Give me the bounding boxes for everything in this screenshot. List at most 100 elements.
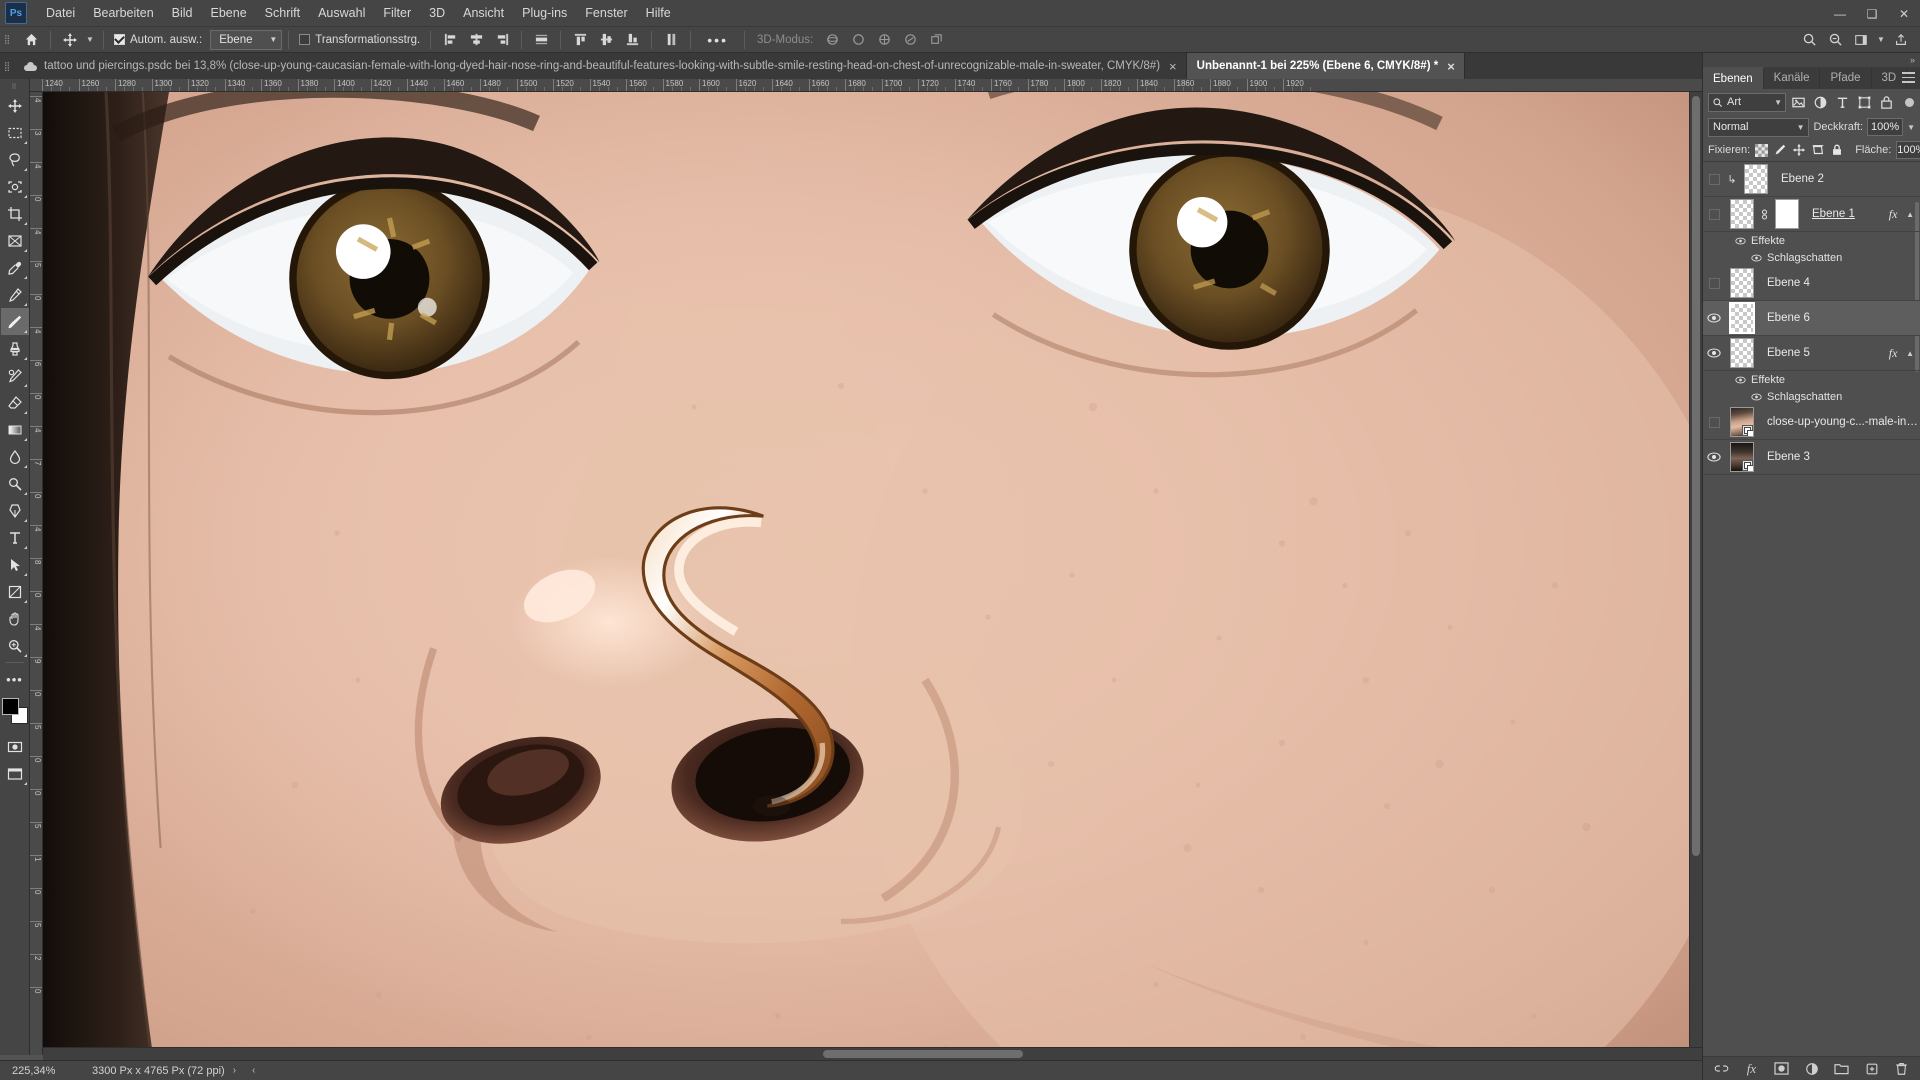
layer-visibility-toggle[interactable] — [1703, 440, 1725, 475]
layer-name[interactable]: Ebene 4 — [1759, 277, 1920, 289]
layer-row[interactable]: Ebene 6 — [1703, 301, 1920, 336]
layer-row[interactable]: Ebene 5 fx ▲ — [1703, 336, 1920, 371]
horizontal-scroll-thumb[interactable] — [823, 1050, 1023, 1058]
layer-visibility-toggle[interactable] — [1703, 336, 1725, 371]
menu-ansicht[interactable]: Ansicht — [454, 1, 513, 25]
smartobject-filter-icon[interactable] — [1877, 93, 1896, 112]
dodge-tool[interactable] — [1, 470, 29, 497]
link-layers-icon[interactable] — [1714, 1061, 1730, 1077]
layer-fx-chevron-icon[interactable]: ▲ — [1906, 210, 1920, 219]
eyedropper-tool[interactable] — [1, 254, 29, 281]
shape-filter-icon[interactable] — [1855, 93, 1874, 112]
options-bar-grip[interactable]: ⣿ — [0, 27, 14, 53]
layer-fx-icon[interactable]: fx — [1880, 346, 1906, 361]
color-swatches[interactable] — [1, 697, 29, 725]
clone-stamp-tool[interactable] — [1, 335, 29, 362]
lock-all-icon[interactable] — [1830, 142, 1844, 158]
align-center-v-icon[interactable] — [593, 29, 619, 51]
layer-thumbnail[interactable] — [1739, 164, 1773, 194]
layer-list[interactable]: ↳ Ebene 2 Ebene 1 fx ▲ Effekte Schlagschatten E… — [1703, 161, 1920, 1056]
new-adjustment-icon[interactable] — [1804, 1061, 1820, 1077]
menu-hilfe[interactable]: Hilfe — [637, 1, 680, 25]
opacity-value[interactable]: 100% — [1867, 118, 1904, 136]
move-tool-icon[interactable] — [57, 29, 83, 51]
eraser-tool[interactable] — [1, 389, 29, 416]
effect-visibility-toggle[interactable] — [1703, 388, 1767, 405]
menu-auswahl[interactable]: Auswahl — [309, 1, 374, 25]
auto-select-dropdown[interactable]: Ebene ▼ — [210, 29, 283, 50]
home-icon[interactable] — [18, 29, 44, 51]
more-options-button[interactable]: ••• — [697, 33, 738, 47]
tool-preset-chevron[interactable]: ▼ — [83, 29, 97, 51]
layer-visibility-toggle[interactable] — [1703, 266, 1725, 301]
transform-controls-checkbox-group[interactable]: Transformationsstrg. — [295, 34, 424, 46]
menu-datei[interactable]: Datei — [37, 1, 84, 25]
auto-select-checkbox[interactable] — [114, 34, 125, 45]
adjustment-filter-icon[interactable] — [1811, 93, 1830, 112]
status-expand-icon[interactable]: › — [225, 1065, 244, 1076]
zoom-level[interactable]: 225,34% — [0, 1065, 70, 1077]
pan-3d-icon[interactable] — [871, 29, 897, 51]
tab-bar-grip[interactable]: ⣿ — [0, 53, 14, 79]
pen-tool[interactable] — [1, 497, 29, 524]
frame-tool[interactable] — [1, 227, 29, 254]
layer-mask-thumbnail[interactable] — [1770, 199, 1804, 229]
effect-visibility-toggle[interactable] — [1703, 232, 1751, 249]
auto-select-checkbox-group[interactable]: Autom. ausw.: — [110, 34, 206, 46]
minimize-button[interactable]: — — [1824, 0, 1856, 27]
pixel-filter-icon[interactable] — [1789, 93, 1808, 112]
object-selection-tool[interactable] — [1, 173, 29, 200]
status-collapse-icon[interactable]: ‹ — [244, 1065, 263, 1076]
layer-effect-row[interactable]: Schlagschatten — [1703, 388, 1920, 405]
workspace-icon[interactable] — [1848, 29, 1874, 51]
canvas-horizontal-scrollbar[interactable] — [43, 1047, 1702, 1060]
canvas-vertical-scrollbar[interactable] — [1689, 92, 1702, 1047]
zoom-tool[interactable] — [1, 632, 29, 659]
lasso-tool[interactable] — [1, 146, 29, 173]
document-tab[interactable]: tattoo und piercings.psdc bei 13,8% (clo… — [14, 53, 1187, 79]
more-tools-button[interactable]: ••• — [1, 666, 29, 693]
layer-fx-icon[interactable]: fx — [1880, 207, 1906, 222]
layer-name[interactable]: Ebene 5 — [1759, 347, 1880, 359]
blur-tool[interactable] — [1, 443, 29, 470]
effect-visibility-toggle[interactable] — [1703, 371, 1751, 388]
layer-row[interactable]: Ebene 1 fx ▲ — [1703, 197, 1920, 232]
fill-value[interactable]: 100% — [1896, 141, 1920, 159]
menu-schrift[interactable]: Schrift — [256, 1, 309, 25]
workspace-chevron-icon[interactable]: ▼ — [1874, 29, 1888, 51]
add-mask-icon[interactable] — [1774, 1061, 1790, 1077]
layer-thumbnail[interactable] — [1725, 442, 1759, 472]
layer-visibility-toggle[interactable] — [1703, 162, 1725, 197]
menu-ebene[interactable]: Ebene — [202, 1, 256, 25]
align-top-icon[interactable] — [567, 29, 593, 51]
search-icon[interactable] — [1796, 29, 1822, 51]
blend-mode-dropdown[interactable]: Normal ▼ — [1708, 117, 1810, 137]
close-button[interactable]: ✕ — [1888, 0, 1920, 27]
layer-name[interactable]: Ebene 6 — [1759, 312, 1920, 324]
panel-tab-kan-le[interactable]: Kanäle — [1764, 67, 1821, 89]
path-selection-tool[interactable] — [1, 551, 29, 578]
crop-tool[interactable] — [1, 200, 29, 227]
layer-row[interactable]: ↳ Ebene 2 — [1703, 162, 1920, 197]
quick-mask-icon[interactable] — [1, 733, 29, 760]
opacity-chevron-icon[interactable]: ▼ — [1907, 123, 1915, 132]
canvas-area[interactable] — [43, 92, 1702, 1047]
layer-effect-row[interactable]: Effekte — [1703, 371, 1920, 388]
panel-tab-pfade[interactable]: Pfade — [1820, 67, 1872, 89]
move-tool[interactable] — [1, 92, 29, 119]
layer-row[interactable]: close-up-young-c...-male-in-sweater — [1703, 405, 1920, 440]
menu-plug-ins[interactable]: Plug-ins — [513, 1, 576, 25]
rectangular-marquee-tool[interactable] — [1, 119, 29, 146]
vertical-scroll-thumb[interactable] — [1692, 96, 1700, 856]
transform-controls-checkbox[interactable] — [299, 34, 311, 45]
layer-thumbnail[interactable] — [1725, 302, 1759, 334]
layer-name[interactable]: Ebene 2 — [1773, 173, 1920, 185]
menu-fenster[interactable]: Fenster — [576, 1, 636, 25]
layer-effect-row[interactable]: Schlagschatten — [1703, 249, 1920, 266]
layer-thumbnail[interactable] — [1725, 338, 1759, 368]
tools-panel-grip[interactable]: ⠿ — [0, 82, 29, 92]
panel-collapse-icon[interactable]: » — [1703, 53, 1920, 67]
filter-toggle-switch[interactable] — [1904, 93, 1915, 112]
layer-thumbnail[interactable] — [1725, 199, 1759, 229]
layer-kind-filter[interactable]: Art ▼ — [1708, 92, 1786, 112]
